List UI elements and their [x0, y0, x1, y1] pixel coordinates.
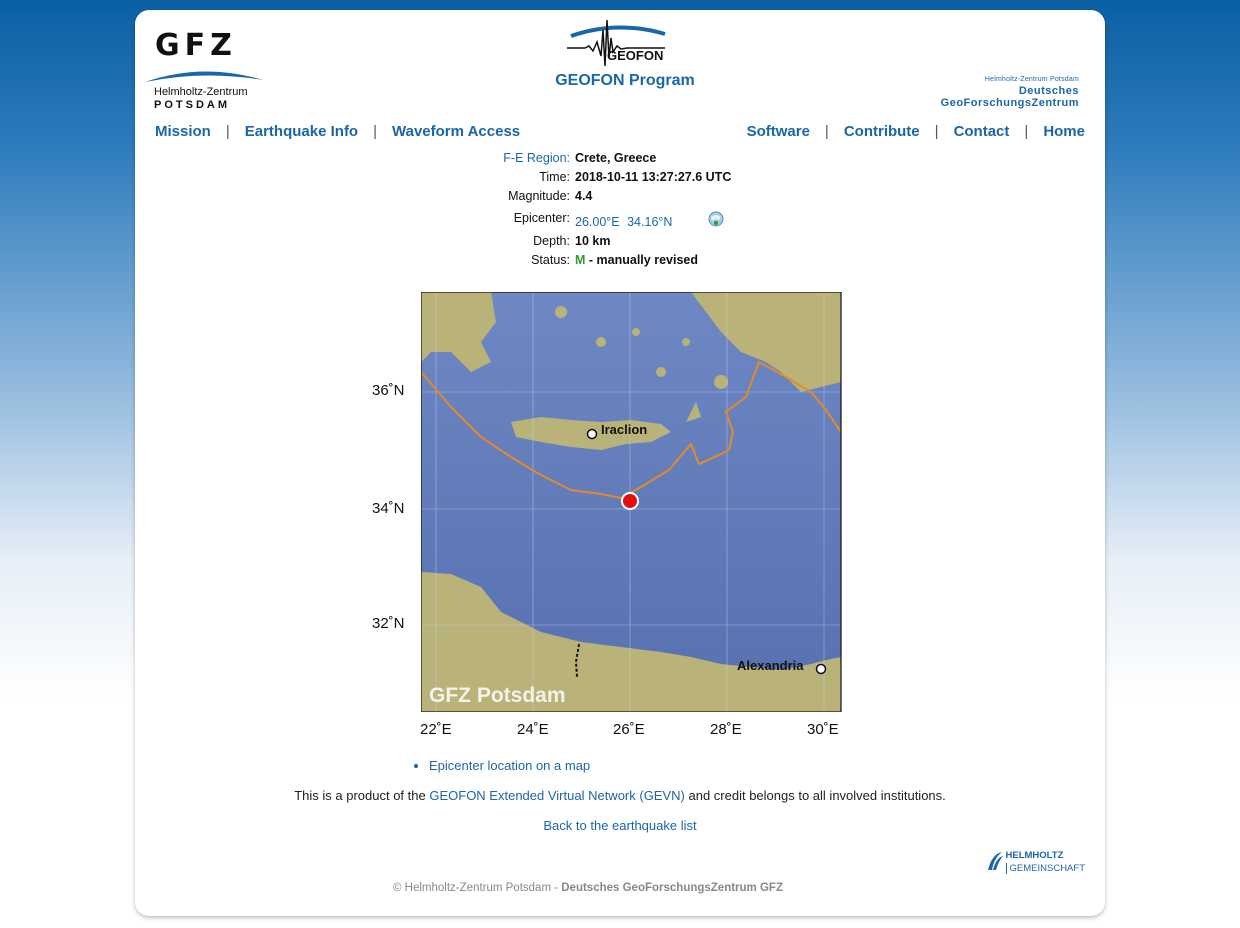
region-label[interactable]: F-E Region:: [370, 151, 570, 165]
geofon-logo-text: GEOFON: [607, 48, 664, 63]
nav-separator: |: [225, 123, 230, 140]
lon-label: 22˚E: [420, 721, 452, 738]
region-value: Crete, Greece: [575, 151, 657, 165]
nav-software[interactable]: Software: [747, 123, 810, 140]
depth-value: 10 km: [575, 234, 611, 248]
nav-waveform-access[interactable]: Waveform Access: [392, 123, 520, 140]
epicenter-map: 36˚N 34˚N 32˚N Iraclion Alexandria GFZ P…: [355, 286, 842, 746]
nav-home[interactable]: Home: [1043, 123, 1085, 140]
epicenter-lat[interactable]: 34.16°N: [627, 215, 672, 229]
gfz-logo[interactable]: GFZ Helmholtz-Zentrum Potsdam: [143, 28, 265, 114]
nav-mission[interactable]: Mission: [155, 123, 211, 140]
lon-label: 24˚E: [517, 721, 549, 738]
geofon-logo[interactable]: GEOFON: [565, 18, 669, 70]
status-text: - manually revised: [588, 253, 698, 267]
gfz-logo-city: Potsdam: [154, 99, 230, 111]
epicenter-value[interactable]: 26.00°E 34.16°N: [575, 215, 672, 229]
lon-label: 30˚E: [807, 721, 839, 738]
epicenter-map-link[interactable]: Epicenter location on a map: [429, 758, 590, 773]
nav-earthquake-info[interactable]: Earthquake Info: [245, 123, 358, 140]
nav-right: Software | Contribute | Contact | Home: [747, 123, 1085, 140]
nav-separator: |: [824, 123, 829, 140]
credit-text: This is a product of the GEOFON Extended…: [135, 788, 1105, 803]
epicenter-label: Epicenter:: [513, 211, 570, 225]
nav-contact[interactable]: Contact: [954, 123, 1010, 140]
helmholtz-line2: GEMEINSCHAFT: [1005, 863, 1085, 874]
nav-separator: |: [373, 123, 378, 140]
credit-pre: This is a product of the: [294, 788, 426, 803]
nav-separator: |: [1024, 123, 1029, 140]
lon-label: 26˚E: [613, 721, 645, 738]
nav-left: Mission | Earthquake Info | Waveform Access: [155, 123, 520, 140]
map-links-list: Epicenter location on a map: [413, 758, 590, 773]
city-label-alexandria: Alexandria: [737, 658, 804, 673]
dgfz-logo[interactable]: Helmholtz-Zentrum Potsdam Deutsches GeoF…: [941, 76, 1079, 109]
time-value: 2018-10-11 13:27:27.6 UTC: [575, 170, 732, 184]
globe-icon[interactable]: [707, 210, 725, 228]
dgfz-logo-line3: GeoForschungsZentrum: [940, 97, 1079, 109]
city-marker-alexandria: [815, 663, 827, 675]
map-image[interactable]: Iraclion Alexandria GFZ Potsdam: [421, 292, 843, 712]
status-value: M - manually revised: [575, 253, 698, 267]
lat-label: 32˚N: [372, 615, 405, 632]
footer-copyright: © Helmholtz-Zentrum Potsdam - Deutsches …: [135, 882, 1041, 894]
status-code: M: [575, 253, 586, 267]
dgfz-logo-line1: Helmholtz-Zentrum Potsdam: [984, 76, 1079, 83]
magnitude-value: 4.4: [575, 189, 593, 203]
magnitude-label: Magnitude:: [508, 189, 570, 203]
lat-label: 34˚N: [372, 500, 405, 517]
copyright-text: © Helmholtz-Zentrum Potsdam -: [393, 882, 559, 894]
city-label-iraclion: Iraclion: [601, 422, 647, 437]
lon-label: 28˚E: [710, 721, 742, 738]
nav-contribute[interactable]: Contribute: [844, 123, 920, 140]
helmholtz-line1: HELMHOLTZ: [1005, 850, 1064, 861]
depth-label: Depth:: [533, 234, 570, 248]
page-container: GFZ Helmholtz-Zentrum Potsdam GEOFON GEO…: [135, 10, 1105, 916]
nav-separator: |: [934, 123, 939, 140]
city-marker-iraclion: [586, 428, 598, 440]
dgfz-logo-line2: Deutsches: [1018, 85, 1079, 97]
back-to-list-link[interactable]: Back to the earthquake list: [135, 818, 1105, 833]
helmholtz-logo[interactable]: HELMHOLTZ GEMEINSCHAFT: [987, 850, 1085, 874]
map-watermark: GFZ Potsdam: [429, 684, 566, 707]
credit-post: and credit belongs to all involved insti…: [688, 788, 946, 803]
copyright-institution: Deutsches GeoForschungsZentrum GFZ: [561, 882, 783, 894]
epicenter-marker[interactable]: [621, 492, 639, 510]
epicenter-lon[interactable]: 26.00°E: [575, 215, 620, 229]
gfz-logo-text: GFZ: [155, 28, 237, 63]
helmholtz-wave-icon: [987, 852, 1003, 870]
list-item: Epicenter location on a map: [429, 758, 590, 773]
status-label: Status:: [531, 253, 570, 267]
lat-label: 36˚N: [372, 382, 405, 399]
gevn-link[interactable]: GEOFON Extended Virtual Network (GEVN): [429, 788, 685, 803]
time-label: Time:: [539, 170, 570, 184]
